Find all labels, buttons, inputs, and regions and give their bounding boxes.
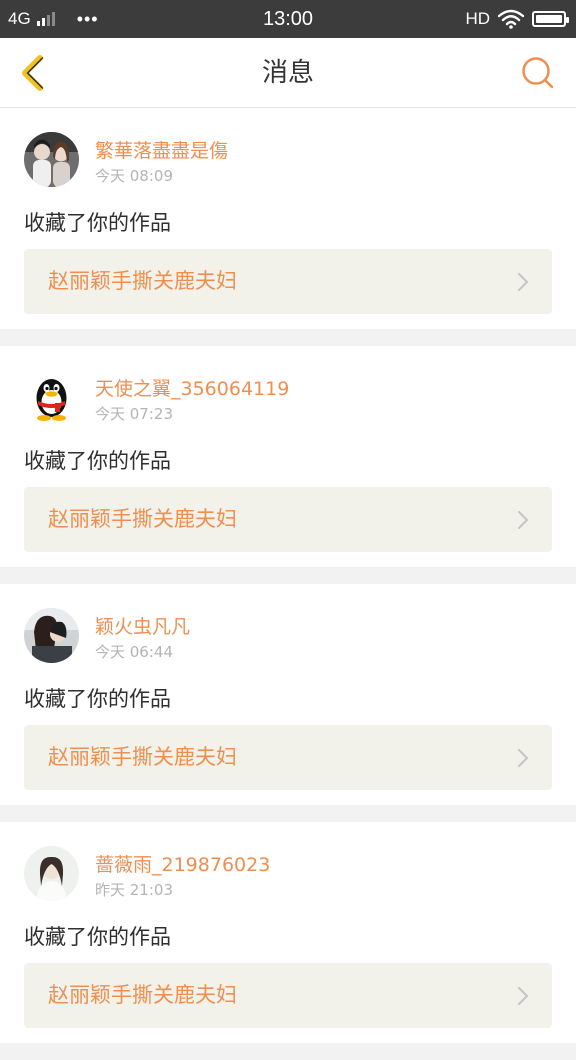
battery-level: [536, 15, 562, 23]
status-right: HD: [465, 0, 569, 38]
username[interactable]: 繁華落盡盡是傷: [95, 136, 228, 163]
work-link[interactable]: 赵丽颖手撕关鹿夫妇: [24, 725, 552, 790]
message-card: 天使之翼_356064119 今天 07:23 收藏了你的作品 赵丽颖手撕关鹿夫…: [0, 346, 576, 567]
search-icon[interactable]: [520, 55, 556, 91]
chevron-right-icon: [517, 510, 529, 530]
message-action: 收藏了你的作品: [24, 925, 171, 949]
hd-label: HD: [465, 9, 490, 28]
work-title: 赵丽颖手撕关鹿夫妇: [48, 269, 237, 293]
battery-icon: [532, 11, 569, 27]
message-time: 今天 08:09: [95, 167, 173, 185]
username[interactable]: 蔷薇雨_219876023: [95, 850, 270, 877]
header: 消息: [0, 38, 576, 108]
work-link[interactable]: 赵丽颖手撕关鹿夫妇: [24, 487, 552, 552]
wifi-icon: [498, 9, 524, 29]
work-title: 赵丽颖手撕关鹿夫妇: [48, 507, 237, 531]
work-title: 赵丽颖手撕关鹿夫妇: [48, 983, 237, 1007]
work-link[interactable]: 赵丽颖手撕关鹿夫妇: [24, 963, 552, 1028]
username[interactable]: 天使之翼_356064119: [95, 374, 289, 401]
chevron-right-icon: [517, 272, 529, 292]
message-time: 昨天 21:03: [95, 881, 173, 899]
message-card: 颖火虫凡凡 今天 06:44 收藏了你的作品 赵丽颖手撕关鹿夫妇: [0, 584, 576, 805]
chevron-right-icon: [517, 748, 529, 768]
page-title: 消息: [261, 58, 314, 88]
message-time: 今天 07:23: [95, 405, 173, 423]
work-link[interactable]: 赵丽颖手撕关鹿夫妇: [24, 249, 552, 314]
status-bar: 4G ••• 13:00 HD: [0, 0, 576, 38]
avatar[interactable]: [24, 132, 79, 187]
chevron-right-icon: [517, 986, 529, 1006]
work-title: 赵丽颖手撕关鹿夫妇: [48, 745, 237, 769]
message-time: 今天 06:44: [95, 643, 173, 661]
avatar[interactable]: [24, 370, 79, 425]
message-action: 收藏了你的作品: [24, 687, 171, 711]
avatar[interactable]: [24, 846, 79, 901]
username[interactable]: 颖火虫凡凡: [95, 612, 190, 639]
message-action: 收藏了你的作品: [24, 211, 171, 235]
message-action: 收藏了你的作品: [24, 449, 171, 473]
message-list[interactable]: 繁華落盡盡是傷 今天 08:09 收藏了你的作品 赵丽颖手撕关鹿夫妇 天使之翼_…: [0, 108, 576, 1060]
message-card: 蔷薇雨_219876023 昨天 21:03 收藏了你的作品 赵丽颖手撕关鹿夫妇: [0, 822, 576, 1043]
avatar[interactable]: [24, 608, 79, 663]
message-card: 繁華落盡盡是傷 今天 08:09 收藏了你的作品 赵丽颖手撕关鹿夫妇: [0, 108, 576, 329]
